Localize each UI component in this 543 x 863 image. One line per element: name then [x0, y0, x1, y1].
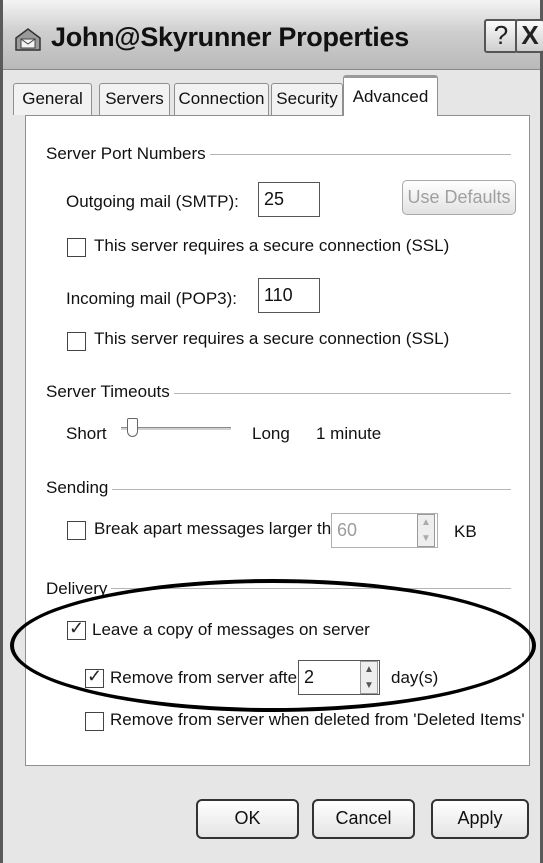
tab-connection[interactable]: Connection	[174, 83, 269, 115]
advanced-tab-panel: Server Port Numbers Outgoing mail (SMTP)…	[25, 115, 530, 766]
ok-button[interactable]: OK	[196, 799, 299, 839]
outgoing-port-input[interactable]: 25	[258, 182, 320, 217]
sending-label: Sending	[46, 478, 113, 498]
remove-after-label: Remove from server after	[110, 668, 303, 687]
timeout-slider-thumb[interactable]	[127, 418, 138, 437]
incoming-mail-label: Incoming mail (POP3):	[66, 289, 237, 308]
group-divider	[46, 489, 511, 490]
remove-deleted-checkbox[interactable]	[85, 712, 104, 731]
tab-security[interactable]: Security	[271, 83, 343, 115]
outgoing-mail-label: Outgoing mail (SMTP):	[66, 192, 239, 211]
remove-deleted-label: Remove from server when deleted from 'De…	[110, 710, 525, 729]
spin-up-icon[interactable]: ▲	[418, 515, 434, 531]
outgoing-ssl-checkbox[interactable]	[67, 238, 86, 257]
days-unit-label: day(s)	[391, 668, 439, 687]
mail-account-icon	[13, 26, 43, 52]
break-apart-label: Break apart messages larger than	[94, 519, 351, 538]
incoming-ssl-label: This server requires a secure connection…	[94, 329, 450, 348]
spin-down-icon[interactable]: ▼	[361, 678, 377, 694]
tab-servers[interactable]: Servers	[99, 83, 170, 115]
use-defaults-button[interactable]: Use Defaults	[402, 180, 516, 215]
timeout-value: 1 minute	[316, 424, 382, 443]
properties-dialog: John@Skyrunner Properties ? X General Se…	[0, 0, 543, 863]
size-unit-label: KB	[454, 522, 477, 541]
timeout-long-label: Long	[252, 424, 290, 443]
break-apart-checkbox[interactable]	[67, 521, 86, 540]
spin-up-icon[interactable]: ▲	[361, 662, 377, 678]
delivery-label: Delivery	[46, 579, 112, 599]
incoming-port-input[interactable]: 110	[258, 278, 320, 313]
tab-advanced[interactable]: Advanced	[343, 75, 438, 116]
timeout-short-label: Short	[66, 424, 107, 443]
tab-general[interactable]: General	[13, 83, 92, 115]
outgoing-ssl-label: This server requires a secure connection…	[94, 236, 450, 255]
close-button[interactable]: X	[515, 19, 543, 53]
help-button[interactable]: ?	[484, 19, 518, 53]
group-divider	[46, 588, 511, 589]
server-port-numbers-label: Server Port Numbers	[46, 144, 210, 164]
days-spinner[interactable]: ▲ ▼	[360, 661, 378, 694]
checkmark-icon: ✓	[87, 666, 103, 686]
cancel-button[interactable]: Cancel	[312, 799, 415, 839]
message-size-spinner[interactable]: ▲ ▼	[417, 514, 435, 547]
spin-down-icon[interactable]: ▼	[418, 531, 434, 547]
server-timeouts-label: Server Timeouts	[46, 382, 174, 402]
incoming-ssl-checkbox[interactable]	[67, 332, 86, 351]
remove-after-checkbox[interactable]: ✓	[85, 666, 104, 688]
checkmark-icon: ✓	[69, 618, 85, 638]
title-bar[interactable]: John@Skyrunner Properties ? X	[3, 0, 543, 70]
leave-copy-label: Leave a copy of messages on server	[92, 620, 370, 639]
apply-button[interactable]: Apply	[431, 799, 529, 839]
window-title: John@Skyrunner Properties	[51, 22, 409, 52]
leave-copy-checkbox[interactable]: ✓	[67, 618, 86, 640]
